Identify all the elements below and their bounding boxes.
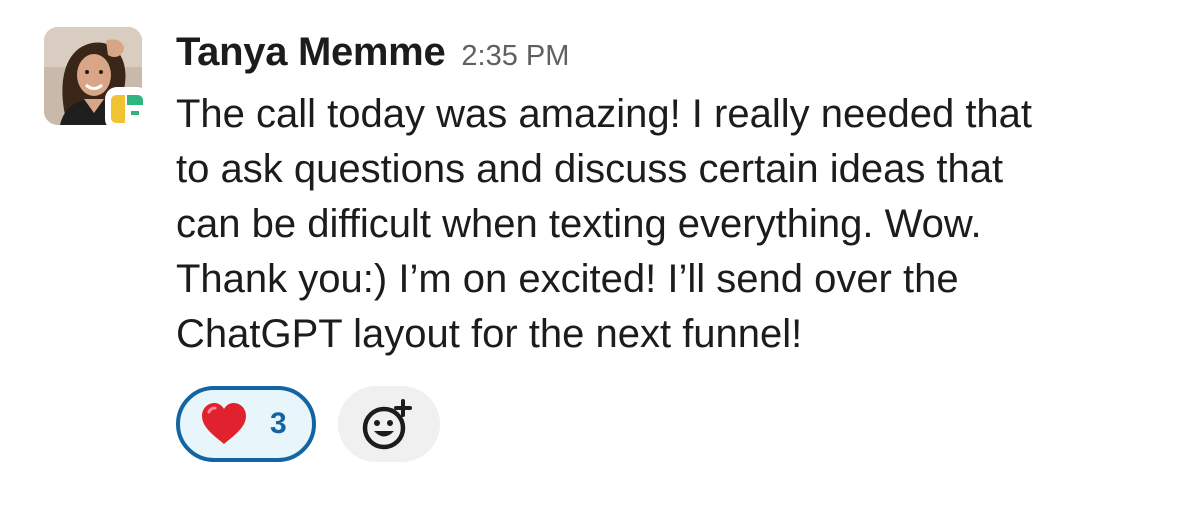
message-header: Tanya Memme 2:35 PM — [176, 30, 1176, 86]
add-reaction-icon — [362, 399, 412, 450]
heart-emoji-icon — [200, 402, 248, 446]
message-text: The call today was amazing! I really nee… — [176, 92, 1033, 356]
reaction-bar: 3 — [176, 386, 440, 462]
message-item: Tanya Memme 2:35 PM The call today was a… — [0, 0, 1200, 505]
message-content: Tanya Memme 2:35 PM The call today was a… — [176, 30, 1176, 362]
reaction-pill-heart[interactable]: 3 — [176, 386, 316, 462]
add-reaction-button[interactable] — [338, 386, 440, 462]
avatar-group[interactable] — [44, 27, 149, 131]
sender-name[interactable]: Tanya Memme — [176, 30, 446, 75]
app-badge-icon — [105, 87, 149, 131]
message-timestamp[interactable]: 2:35 PM — [461, 40, 569, 73]
reaction-count: 3 — [270, 407, 287, 440]
